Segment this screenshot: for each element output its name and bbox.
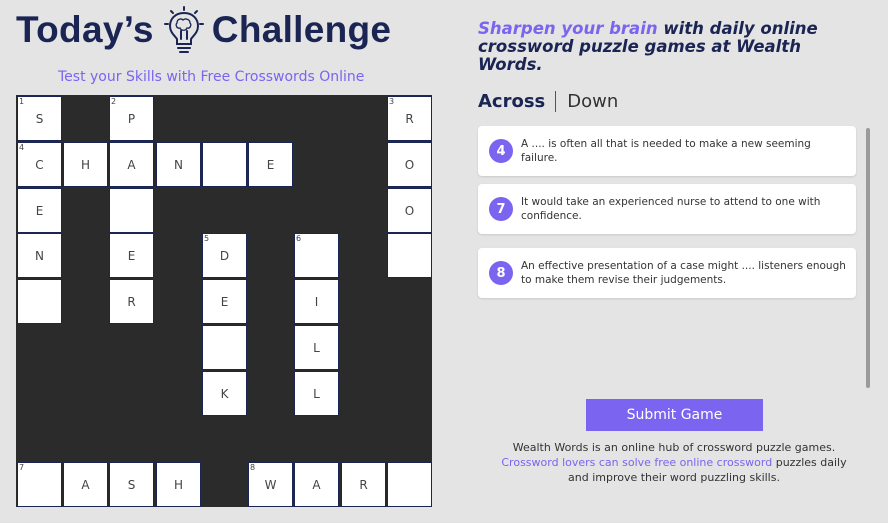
cell-letter: E bbox=[220, 294, 229, 309]
footer-line-2: Crossword lovers can solve free online c… bbox=[488, 455, 860, 470]
crossword-cell[interactable] bbox=[17, 279, 62, 324]
crossword-cell[interactable]: 6 bbox=[294, 233, 339, 278]
crossword-cell[interactable]: L bbox=[294, 325, 339, 370]
crossword-cell[interactable]: E bbox=[17, 188, 62, 233]
clue-card[interactable]: 4 A .... is often all that is needed to … bbox=[478, 126, 856, 176]
crossword-cell[interactable]: H bbox=[156, 462, 201, 507]
cell-letter: D bbox=[219, 248, 230, 263]
crossword-cell[interactable]: 1S bbox=[17, 96, 62, 141]
clue-card[interactable]: 7 It would take an experienced nurse to … bbox=[478, 184, 856, 234]
crossword-cell[interactable]: S bbox=[109, 462, 154, 507]
crossword-cell[interactable]: 3R bbox=[387, 96, 432, 141]
title-challenge: Challenge bbox=[211, 9, 392, 50]
tagline-accent: Sharpen your brain bbox=[478, 19, 658, 38]
cell-letter: R bbox=[405, 111, 414, 126]
clue-text: A .... is often all that is needed to ma… bbox=[521, 138, 811, 164]
crossword-cell[interactable]: A bbox=[294, 462, 339, 507]
crossword-cell[interactable]: A bbox=[109, 142, 154, 187]
crossword-cell[interactable]: R bbox=[341, 462, 386, 507]
crossword-cell[interactable] bbox=[109, 188, 154, 233]
cell-letter: C bbox=[35, 157, 44, 172]
cell-letter: H bbox=[173, 477, 184, 492]
cell-letter: L bbox=[313, 340, 320, 355]
cell-letter: W bbox=[264, 477, 277, 492]
title-today: Today’s bbox=[16, 9, 154, 50]
crossword-cell[interactable]: L bbox=[294, 371, 339, 416]
cell-letter: K bbox=[220, 386, 229, 401]
cell-letter: A bbox=[127, 157, 136, 172]
cell-letter: E bbox=[266, 157, 275, 172]
clue-tabs: Across Down bbox=[478, 88, 618, 114]
cell-letter: A bbox=[312, 477, 321, 492]
crossword-cell[interactable] bbox=[202, 325, 247, 370]
crossword-cell[interactable]: E bbox=[109, 233, 154, 278]
footer-line-3: and improve their word puzzling skills. bbox=[568, 471, 780, 484]
cell-letter: I bbox=[314, 294, 319, 309]
cell-letter: N bbox=[35, 248, 44, 263]
crossword-cell[interactable]: E bbox=[248, 142, 293, 187]
crossword-cell[interactable]: 2P bbox=[109, 96, 154, 141]
page-title: Today’s Challenge bbox=[16, 6, 391, 54]
crossword-cell[interactable]: N bbox=[17, 233, 62, 278]
crossword-cell[interactable]: I bbox=[294, 279, 339, 324]
cell-letter: O bbox=[404, 157, 415, 172]
subtitle: Test your Skills with Free Crosswords On… bbox=[58, 69, 365, 85]
lightbulb-brain-icon bbox=[162, 5, 206, 55]
cell-number: 2 bbox=[111, 97, 117, 106]
crossword-cell[interactable]: N bbox=[156, 142, 201, 187]
crossword-cell[interactable]: 8W bbox=[248, 462, 293, 507]
clue-card[interactable]: 8 An effective presentation of a case mi… bbox=[478, 248, 856, 298]
crossword-cell[interactable] bbox=[387, 462, 432, 507]
crossword-cell[interactable]: 5D bbox=[202, 233, 247, 278]
cell-letter: R bbox=[359, 477, 368, 492]
cell-number: 4 bbox=[19, 143, 25, 152]
cell-number: 1 bbox=[19, 97, 25, 106]
cell-letter: P bbox=[127, 111, 136, 126]
crossword-cell[interactable]: A bbox=[63, 462, 108, 507]
footer-line-2-rest: puzzles daily bbox=[772, 456, 847, 469]
clue-number-badge: 7 bbox=[489, 197, 513, 221]
tab-down[interactable]: Down bbox=[556, 91, 618, 112]
crossword-cell[interactable] bbox=[387, 233, 432, 278]
tagline: Sharpen your brain with daily online cro… bbox=[478, 20, 858, 74]
cell-letter: L bbox=[313, 386, 320, 401]
clue-number-badge: 4 bbox=[489, 139, 513, 163]
cell-letter: R bbox=[127, 294, 136, 309]
crossword-cell[interactable]: K bbox=[202, 371, 247, 416]
cell-number: 8 bbox=[250, 463, 256, 472]
crossword-cell[interactable]: O bbox=[387, 188, 432, 233]
cell-letter: O bbox=[404, 203, 415, 218]
crossword-cell[interactable]: O bbox=[387, 142, 432, 187]
cell-letter: E bbox=[127, 248, 136, 263]
clue-text: It would take an experienced nurse to at… bbox=[521, 196, 821, 222]
submit-game-button[interactable]: Submit Game bbox=[586, 399, 763, 431]
cell-letter: N bbox=[174, 157, 183, 172]
footer-link[interactable]: Crossword lovers can solve free online c… bbox=[501, 456, 772, 469]
crossword-cell[interactable]: E bbox=[202, 279, 247, 324]
cell-letter: E bbox=[35, 203, 44, 218]
cell-letter: A bbox=[81, 477, 90, 492]
crossword-cell[interactable]: 7 bbox=[17, 462, 62, 507]
tab-across[interactable]: Across bbox=[478, 90, 557, 112]
clue-text: An effective presentation of a case migh… bbox=[521, 260, 846, 286]
cell-number: 7 bbox=[19, 463, 25, 472]
cell-number: 3 bbox=[389, 97, 395, 106]
cell-number: 6 bbox=[296, 234, 302, 243]
crossword-cell[interactable]: R bbox=[109, 279, 154, 324]
clue-number-badge: 8 bbox=[489, 261, 513, 285]
crossword-cell[interactable] bbox=[202, 142, 247, 187]
clues-scrollbar[interactable] bbox=[866, 128, 870, 388]
cell-letter: H bbox=[80, 157, 91, 172]
footer-text: Wealth Words is an online hub of crosswo… bbox=[488, 440, 860, 485]
crossword-cell[interactable]: H bbox=[63, 142, 108, 187]
footer-line-1: Wealth Words is an online hub of crosswo… bbox=[512, 441, 836, 454]
cell-letter: S bbox=[127, 477, 136, 492]
crossword-grid: 1S2P3R4CHANEOEONE5D6REILKL7ASH8WAR bbox=[16, 95, 432, 507]
cell-letter: S bbox=[35, 111, 44, 126]
crossword-cell[interactable]: 4C bbox=[17, 142, 62, 187]
cell-number: 5 bbox=[204, 234, 210, 243]
